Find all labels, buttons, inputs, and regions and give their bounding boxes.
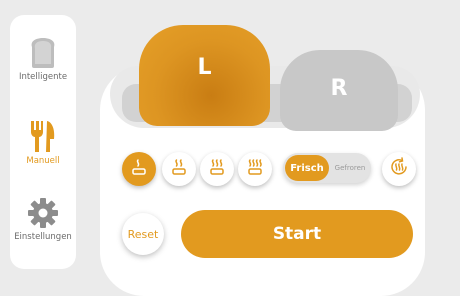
toast-level-2-icon bbox=[169, 157, 189, 181]
reheat-button[interactable] bbox=[382, 152, 416, 186]
slot-left[interactable]: L bbox=[139, 25, 270, 126]
sidebar: Intelligente Manuell Einstellungen bbox=[10, 15, 76, 269]
reset-button[interactable]: Reset bbox=[122, 213, 164, 255]
slot-right[interactable]: R bbox=[280, 50, 398, 131]
slot-right-label: R bbox=[330, 76, 348, 101]
sidebar-item-einstellungen[interactable]: Einstellungen bbox=[10, 197, 76, 242]
bread-slice-icon bbox=[10, 37, 76, 69]
browning-level-4-button[interactable] bbox=[238, 152, 272, 186]
browning-level-2-button[interactable] bbox=[162, 152, 196, 186]
browning-level-3-button[interactable] bbox=[200, 152, 234, 186]
slot-left-label: L bbox=[197, 55, 212, 80]
sidebar-item-manuell[interactable]: Manuell bbox=[10, 119, 76, 166]
browning-level-1-button[interactable] bbox=[122, 152, 156, 186]
frisch-gefroren-toggle[interactable]: Frisch Gefroren bbox=[283, 153, 371, 183]
toggle-option-frisch[interactable]: Frisch bbox=[285, 155, 329, 181]
reheat-icon bbox=[388, 156, 410, 182]
start-button[interactable]: Start bbox=[181, 210, 413, 258]
toast-level-3-icon bbox=[207, 157, 227, 181]
sidebar-item-label: Manuell bbox=[26, 156, 60, 166]
toggle-option-gefroren[interactable]: Gefroren bbox=[330, 153, 370, 183]
fork-knife-icon bbox=[10, 119, 76, 153]
sidebar-item-label: Intelligente bbox=[18, 72, 68, 82]
toast-level-1-icon bbox=[129, 157, 149, 181]
toast-level-4-icon bbox=[245, 157, 265, 181]
sidebar-item-intelligente[interactable]: Intelligente bbox=[10, 37, 76, 82]
sidebar-item-label: Einstellungen bbox=[14, 232, 72, 242]
gear-icon bbox=[10, 197, 76, 229]
